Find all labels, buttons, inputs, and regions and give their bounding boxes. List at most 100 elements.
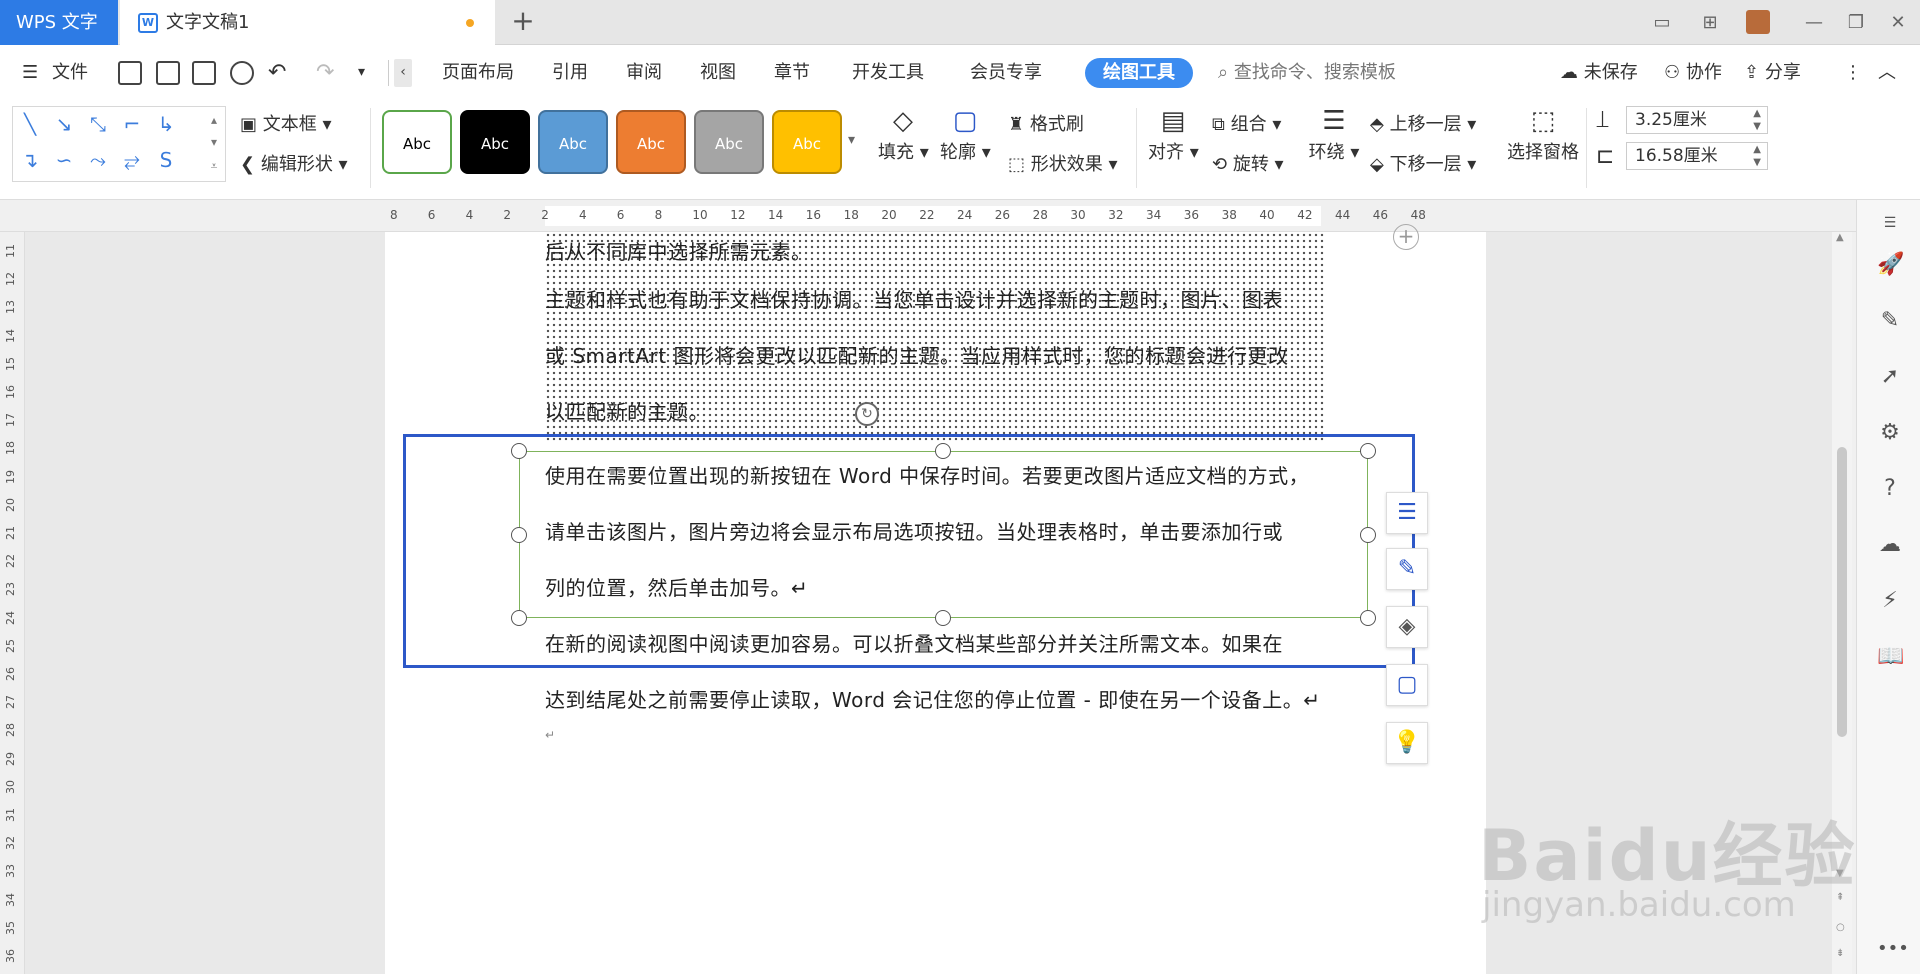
layout-options-icon[interactable]: ☰ xyxy=(1386,492,1428,534)
textbox-text-line[interactable]: 列的位置，然后单击加号。↵ xyxy=(545,572,808,601)
resize-handle-top[interactable] xyxy=(935,443,951,459)
menu-developer[interactable]: 开发工具 xyxy=(852,45,924,100)
tab-drawing-tools[interactable]: 绘图工具 xyxy=(1085,58,1193,88)
outline-color-icon[interactable]: ▢ xyxy=(1386,664,1428,706)
elbow-arrow-connector-icon[interactable]: ↳ xyxy=(155,113,177,135)
send-backward-button[interactable]: ⬙ 下移一层 ▾ xyxy=(1370,150,1476,176)
align-button[interactable]: ▤ 对齐 ▾ xyxy=(1148,106,1199,164)
shape-height-field[interactable]: 3.25厘米 ▲ ▼ xyxy=(1626,106,1768,134)
collaborate-button[interactable]: ⚇ 协作 xyxy=(1664,45,1722,100)
style-gallery-more-icon[interactable]: ▾ xyxy=(848,132,855,148)
export-pdf-icon[interactable] xyxy=(156,61,180,85)
grid-apps-icon[interactable]: ⊞ xyxy=(1692,0,1728,45)
shape-style-option[interactable]: Abc xyxy=(460,110,530,174)
minimize-icon[interactable]: — xyxy=(1796,0,1832,45)
document-tab[interactable]: W 文字文稿1 xyxy=(120,0,495,45)
panel-menu-icon[interactable]: ☰ xyxy=(1877,210,1903,236)
ribbon-scroll-left-button[interactable]: ‹ xyxy=(394,59,412,87)
line-shape-icon[interactable]: ╲ xyxy=(19,113,41,135)
resize-handle-right[interactable] xyxy=(1360,527,1376,543)
format-painter-button[interactable]: ♜ 格式刷 xyxy=(1008,110,1084,136)
textbox-button[interactable]: ▣ 文本框 ▾ xyxy=(240,110,332,136)
new-tab-button[interactable]: + xyxy=(508,0,538,45)
resize-handle-bottom[interactable] xyxy=(935,610,951,626)
scrollbar-thumb[interactable] xyxy=(1837,447,1847,737)
redo-icon[interactable]: ↷ xyxy=(316,45,334,100)
help-icon[interactable]: ? xyxy=(1877,476,1903,502)
avatar[interactable] xyxy=(1740,0,1776,45)
bring-forward-button[interactable]: ⬘ 上移一层 ▾ xyxy=(1370,110,1476,136)
next-page-icon[interactable]: ⇟ xyxy=(1836,948,1844,959)
resize-handle-left[interactable] xyxy=(511,527,527,543)
textbox-text-line[interactable]: 使用在需要位置出现的新按钮在 Word 中保存时间。若要更改图片适应文档的方式， xyxy=(545,460,1309,489)
menu-view[interactable]: 视图 xyxy=(700,45,736,100)
menu-membership[interactable]: 会员专享 xyxy=(970,45,1042,100)
elbow-double-arrow-icon[interactable]: ↴ xyxy=(19,149,41,171)
select-browse-icon[interactable]: ○ xyxy=(1836,922,1845,933)
close-icon[interactable]: ✕ xyxy=(1880,0,1916,45)
cloud-backup-icon[interactable]: ☁ xyxy=(1877,532,1903,558)
width-stepper-icon[interactable]: ▲ ▼ xyxy=(1753,143,1761,169)
print-preview-icon[interactable] xyxy=(230,61,254,85)
group-button[interactable]: ⧉ 组合 ▾ xyxy=(1212,110,1281,136)
shape-style-option[interactable]: Abc xyxy=(772,110,842,174)
shape-style-option[interactable]: Abc xyxy=(538,110,608,174)
lightning-icon[interactable]: ⚡ xyxy=(1877,588,1903,614)
more-options-icon[interactable]: ⋮ xyxy=(1844,45,1862,100)
hamburger-menu-icon[interactable]: ☰ xyxy=(22,45,38,100)
freeform-curve-icon[interactable]: S xyxy=(155,149,177,171)
scroll-up-icon[interactable]: ▲ xyxy=(1836,232,1844,243)
resize-handle-bottom-left[interactable] xyxy=(511,610,527,626)
shaded-text-line[interactable]: 或 SmartArt 图形将会更改以匹配新的主题。当应用样式时，您的标题会进行更… xyxy=(545,340,1288,369)
shaded-text-line[interactable]: 后从不同库中选择所需元素。 xyxy=(545,236,812,265)
resize-handle-top-left[interactable] xyxy=(511,443,527,459)
menu-references[interactable]: 引用 xyxy=(552,45,588,100)
selection-pane-button[interactable]: ⬚ 选择窗格 xyxy=(1498,106,1588,164)
curved-connector-icon[interactable]: ∽ xyxy=(53,149,75,171)
shape-style-option[interactable]: Abc xyxy=(382,110,452,174)
body-text-line[interactable]: 达到结尾处之前需要停止读取，Word 会记住您的停止位置 - 即使在另一个设备上… xyxy=(545,684,1320,713)
quick-access-dropdown-icon[interactable]: ▾ xyxy=(358,45,365,100)
menu-chapter[interactable]: 章节 xyxy=(774,45,810,100)
gallery-up-icon[interactable]: ▴ xyxy=(203,109,225,131)
curved-arrow-connector-icon[interactable]: ⤳ xyxy=(87,149,109,171)
textbox-text-line[interactable]: 请单击该图片，图片旁边将会显示布局选项按钮。当处理表格时，单击要添加行或 xyxy=(545,516,1283,545)
resize-handle-top-right[interactable] xyxy=(1360,443,1376,459)
pen-edit-icon[interactable]: ✎ xyxy=(1386,548,1428,590)
vertical-ruler[interactable]: 11 12 13 14 15 16 17 18 19 20 21 22 23 24 25 26 27 28 29 30… xyxy=(0,232,25,974)
collapse-ribbon-icon[interactable]: ︿ xyxy=(1878,45,1896,100)
gallery-down-icon[interactable]: ▾ xyxy=(203,131,225,153)
page-count-icon[interactable]: ▭ xyxy=(1644,0,1680,45)
unsaved-button[interactable]: ☁ 未保存 xyxy=(1560,45,1638,100)
add-element-icon[interactable]: + xyxy=(1393,224,1419,250)
cursor-select-icon[interactable]: ➚ xyxy=(1877,364,1903,390)
shape-style-option[interactable]: Abc xyxy=(616,110,686,174)
resize-handle-bottom-right[interactable] xyxy=(1360,610,1376,626)
restore-icon[interactable]: ❐ xyxy=(1838,0,1874,45)
outline-button[interactable]: ▢ 轮廓 ▾ xyxy=(940,106,991,164)
arrow-shape-icon[interactable]: ↘ xyxy=(53,113,75,135)
elbow-connector-icon[interactable]: ⌐ xyxy=(121,113,143,135)
horizontal-ruler[interactable]: 8 6 4 2 2 4 6 8 10 12 14 16 18 20 22 24 26 28 30 32 34 36 38 40… xyxy=(0,200,1920,232)
wrap-text-button[interactable]: ☰ 环绕 ▾ xyxy=(1306,106,1362,164)
shape-style-option[interactable]: Abc xyxy=(694,110,764,174)
fill-color-icon[interactable]: ◈ xyxy=(1386,606,1428,648)
save-icon[interactable] xyxy=(118,61,142,85)
gallery-expand-icon[interactable]: ⩡ xyxy=(203,155,225,177)
double-arrow-shape-icon[interactable]: ⤡ xyxy=(87,113,109,135)
lightbulb-icon[interactable]: 💡 xyxy=(1386,722,1428,764)
rotate-button[interactable]: ⟲ 旋转 ▾ xyxy=(1212,150,1284,176)
more-tools-icon[interactable]: ••• xyxy=(1877,936,1909,962)
rocket-icon[interactable]: 🚀 xyxy=(1877,252,1904,278)
shaded-text-line[interactable]: 以匹配新的主题。 xyxy=(545,396,709,425)
pen-icon[interactable]: ✎ xyxy=(1877,308,1903,334)
search-command-box[interactable]: ⌕ 查找命令、搜索模板 xyxy=(1218,45,1396,100)
shape-effects-button[interactable]: ⬚ 形状效果 ▾ xyxy=(1008,150,1118,176)
body-text-line[interactable]: 在新的阅读视图中阅读更加容易。可以折叠文档某些部分并关注所需文本。如果在 xyxy=(545,628,1283,657)
adjust-sliders-icon[interactable]: ⚙ xyxy=(1877,420,1903,446)
rotate-handle-icon[interactable]: ↻ xyxy=(855,402,879,426)
fill-button[interactable]: ◇ 填充 ▾ xyxy=(878,106,929,164)
menu-file[interactable]: 文件 xyxy=(52,45,88,100)
shaded-text-line[interactable]: 主题和样式也有助于文档保持协调。当您单击设计并选择新的主题时，图片、图表 xyxy=(545,284,1283,313)
shape-width-field[interactable]: 16.58厘米 ▲ ▼ xyxy=(1626,142,1768,170)
